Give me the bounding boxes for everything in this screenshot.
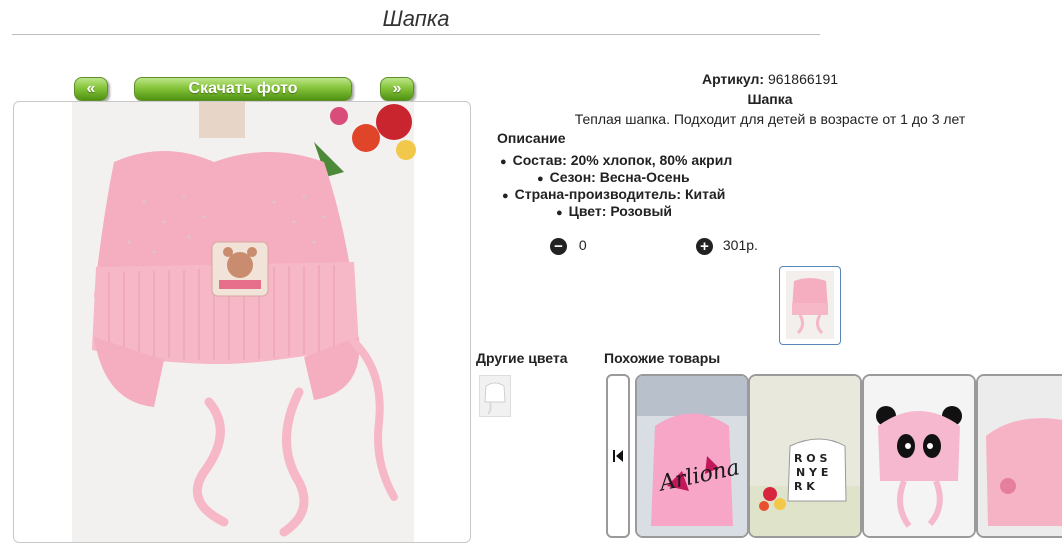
title-divider: [12, 34, 820, 35]
product-name: Шапка: [747, 91, 793, 107]
svg-text:R O S: R O S: [794, 452, 827, 465]
plus-icon[interactable]: +: [696, 237, 713, 255]
skip-back-icon: [613, 450, 623, 462]
bullet-icon: ●: [537, 173, 544, 185]
feature-item: ● Сезон: Весна-Осень: [537, 169, 690, 185]
bullet-icon: ●: [556, 207, 563, 219]
scroll-left-button[interactable]: [606, 374, 630, 538]
feature-item: ● Страна-производитель: Китай: [502, 186, 726, 202]
product-photo-frame[interactable]: [13, 101, 471, 543]
description-heading: Описание: [497, 130, 566, 146]
product-photo: [72, 102, 416, 542]
photo-thumbnail[interactable]: [779, 266, 841, 345]
thumbnail-image: [786, 271, 834, 339]
product-description: Теплая шапка. Подходит для детей в возра…: [574, 111, 966, 127]
similar-item-card[interactable]: R O SN Y ER K: [748, 374, 862, 538]
bullet-icon: ●: [502, 190, 509, 202]
sku-line: Артикул: 961866191: [480, 71, 1060, 87]
add-to-cart: + 301р.: [696, 237, 758, 255]
next-photo-button[interactable]: »: [380, 77, 414, 101]
similar-item-image: Arliona: [637, 376, 747, 536]
quantity-value: 0: [578, 237, 587, 253]
feature-item: ● Цвет: Розовый: [556, 203, 673, 219]
price-value: 301р.: [722, 237, 758, 253]
other-colors-heading: Другие цвета: [476, 350, 568, 366]
download-photo-button[interactable]: Скачать фото: [134, 77, 352, 101]
color-variant-thumbnail[interactable]: [479, 375, 511, 417]
bullet-icon: ●: [500, 156, 507, 168]
color-variant-image: [480, 376, 510, 416]
svg-text:N Y E: N Y E: [796, 466, 828, 479]
similar-item-image: R O SN Y ER K: [750, 376, 860, 536]
similar-item-card[interactable]: Arliona: [635, 374, 749, 538]
similar-item-card[interactable]: [862, 374, 976, 538]
page-title: Шапка: [382, 6, 450, 31]
prev-photo-button[interactable]: «: [74, 77, 108, 101]
similar-item-card[interactable]: [976, 374, 1062, 538]
similar-item-image: [864, 376, 974, 536]
sku-label: Артикул:: [701, 71, 765, 87]
similar-item-image: [978, 376, 1062, 536]
feature-item: ● Состав: 20% хлопок, 80% акрил: [500, 152, 733, 168]
svg-text:R K: R K: [794, 480, 815, 493]
sku-value: 961866191: [767, 71, 839, 87]
similar-products-heading: Похожие товары: [604, 350, 721, 366]
minus-icon[interactable]: −: [550, 237, 567, 255]
quantity-control: − 0: [550, 237, 587, 255]
